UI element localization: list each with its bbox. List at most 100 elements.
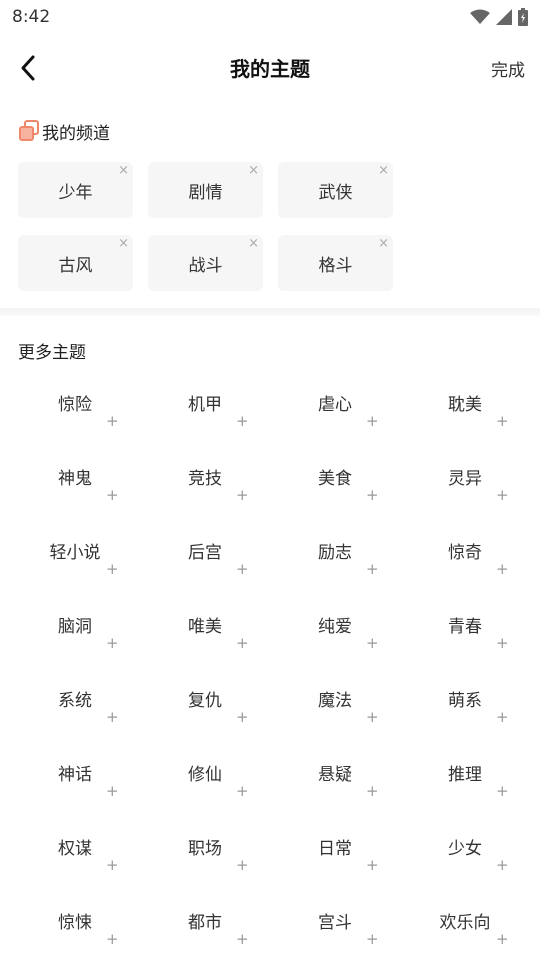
channel-chip[interactable]: 古风 ×: [18, 235, 133, 291]
add-topic-icon[interactable]: +: [236, 858, 249, 873]
topic-item-label: 少女: [448, 839, 482, 859]
add-topic-icon[interactable]: +: [496, 710, 509, 725]
add-topic-icon[interactable]: +: [236, 414, 249, 429]
topic-item[interactable]: 神话 +: [10, 752, 140, 826]
add-topic-icon[interactable]: +: [496, 488, 509, 503]
topic-item-label: 神鬼: [58, 469, 92, 489]
topic-item[interactable]: 权谋 +: [10, 826, 140, 900]
topic-item-label: 机甲: [188, 395, 222, 415]
topic-item[interactable]: 后宫 +: [140, 530, 270, 604]
topic-item[interactable]: 唯美 +: [140, 604, 270, 678]
back-button[interactable]: [12, 52, 44, 84]
topic-item[interactable]: 职场 +: [140, 826, 270, 900]
add-topic-icon[interactable]: +: [366, 636, 379, 651]
topic-item[interactable]: 惊悚 +: [10, 900, 140, 974]
topic-item[interactable]: 脑洞 +: [10, 604, 140, 678]
topic-item[interactable]: 励志 +: [270, 530, 400, 604]
channel-chip[interactable]: 少年 ×: [18, 162, 133, 218]
add-topic-icon[interactable]: +: [366, 858, 379, 873]
add-topic-icon[interactable]: +: [236, 710, 249, 725]
channel-chip[interactable]: 战斗 ×: [148, 235, 263, 291]
topic-item[interactable]: 日常 +: [270, 826, 400, 900]
topic-item[interactable]: 魔法 +: [270, 678, 400, 752]
add-topic-icon[interactable]: +: [366, 562, 379, 577]
topic-item-label: 日常: [318, 839, 352, 859]
topic-item-label: 职场: [188, 839, 222, 859]
topic-item[interactable]: 青春 +: [400, 604, 530, 678]
add-topic-icon[interactable]: +: [366, 414, 379, 429]
topic-item-label: 虐心: [318, 395, 352, 415]
topic-item[interactable]: 轻小说 +: [10, 530, 140, 604]
add-topic-icon[interactable]: +: [366, 932, 379, 947]
add-topic-icon[interactable]: +: [106, 562, 119, 577]
add-topic-icon[interactable]: +: [366, 710, 379, 725]
topic-item[interactable]: 都市 +: [140, 900, 270, 974]
topic-item[interactable]: 竞技 +: [140, 456, 270, 530]
topic-item-label: 惊悚: [58, 913, 92, 933]
topic-item[interactable]: 机甲 +: [140, 382, 270, 456]
add-topic-icon[interactable]: +: [236, 488, 249, 503]
add-topic-icon[interactable]: +: [496, 858, 509, 873]
topic-item[interactable]: 少女 +: [400, 826, 530, 900]
topic-item-label: 惊奇: [448, 543, 482, 563]
add-topic-icon[interactable]: +: [236, 636, 249, 651]
more-topics-grid: 惊险 + 机甲 + 虐心 + 耽美 + 神鬼 + 竞技 + 美食 + 灵异 + 轻小说 + 后宫 + 励志 + 惊奇 + 脑洞 +…: [0, 382, 540, 974]
topic-item[interactable]: 惊奇 +: [400, 530, 530, 604]
layers-icon: [19, 120, 39, 141]
add-topic-icon[interactable]: +: [366, 784, 379, 799]
chevron-left-icon: [21, 55, 35, 81]
add-topic-icon[interactable]: +: [106, 784, 119, 799]
add-topic-icon[interactable]: +: [496, 636, 509, 651]
topic-item-label: 推理: [448, 765, 482, 785]
remove-channel-icon[interactable]: ×: [378, 163, 389, 179]
channel-chip[interactable]: 剧情 ×: [148, 162, 263, 218]
topic-item-label: 灵异: [448, 469, 482, 489]
add-topic-icon[interactable]: +: [236, 562, 249, 577]
add-topic-icon[interactable]: +: [106, 488, 119, 503]
topic-item[interactable]: 耽美 +: [400, 382, 530, 456]
topic-item[interactable]: 神鬼 +: [10, 456, 140, 530]
topic-item-label: 萌系: [448, 691, 482, 711]
topic-item-label: 权谋: [58, 839, 92, 859]
add-topic-icon[interactable]: +: [496, 784, 509, 799]
remove-channel-icon[interactable]: ×: [248, 236, 259, 252]
topic-item[interactable]: 纯爱 +: [270, 604, 400, 678]
remove-channel-icon[interactable]: ×: [118, 163, 129, 179]
add-topic-icon[interactable]: +: [366, 488, 379, 503]
add-topic-icon[interactable]: +: [496, 562, 509, 577]
add-topic-icon[interactable]: +: [106, 414, 119, 429]
channel-chip-label: 少年: [58, 182, 93, 203]
add-topic-icon[interactable]: +: [106, 932, 119, 947]
topic-item[interactable]: 修仙 +: [140, 752, 270, 826]
topic-item-label: 复仇: [188, 691, 222, 711]
battery-icon: [518, 8, 528, 26]
add-topic-icon[interactable]: +: [236, 784, 249, 799]
topic-item[interactable]: 美食 +: [270, 456, 400, 530]
channel-chip[interactable]: 武侠 ×: [278, 162, 393, 218]
topic-item-label: 耽美: [448, 395, 482, 415]
remove-channel-icon[interactable]: ×: [248, 163, 259, 179]
add-topic-icon[interactable]: +: [106, 858, 119, 873]
topic-item[interactable]: 系统 +: [10, 678, 140, 752]
add-topic-icon[interactable]: +: [496, 414, 509, 429]
add-topic-icon[interactable]: +: [106, 710, 119, 725]
remove-channel-icon[interactable]: ×: [378, 236, 389, 252]
topic-item[interactable]: 灵异 +: [400, 456, 530, 530]
topic-item-label: 青春: [448, 617, 482, 637]
topic-item[interactable]: 推理 +: [400, 752, 530, 826]
topic-item[interactable]: 惊险 +: [10, 382, 140, 456]
add-topic-icon[interactable]: +: [106, 636, 119, 651]
remove-channel-icon[interactable]: ×: [118, 236, 129, 252]
done-button[interactable]: 完成: [491, 56, 525, 81]
status-bar: 8:42: [0, 0, 540, 34]
topic-item[interactable]: 欢乐向 +: [400, 900, 530, 974]
add-topic-icon[interactable]: +: [496, 932, 509, 947]
topic-item[interactable]: 复仇 +: [140, 678, 270, 752]
add-topic-icon[interactable]: +: [236, 932, 249, 947]
topic-item[interactable]: 萌系 +: [400, 678, 530, 752]
topic-item[interactable]: 悬疑 +: [270, 752, 400, 826]
topic-item[interactable]: 虐心 +: [270, 382, 400, 456]
channel-chip[interactable]: 格斗 ×: [278, 235, 393, 291]
topic-item[interactable]: 宫斗 +: [270, 900, 400, 974]
status-time: 8:42: [12, 7, 51, 27]
